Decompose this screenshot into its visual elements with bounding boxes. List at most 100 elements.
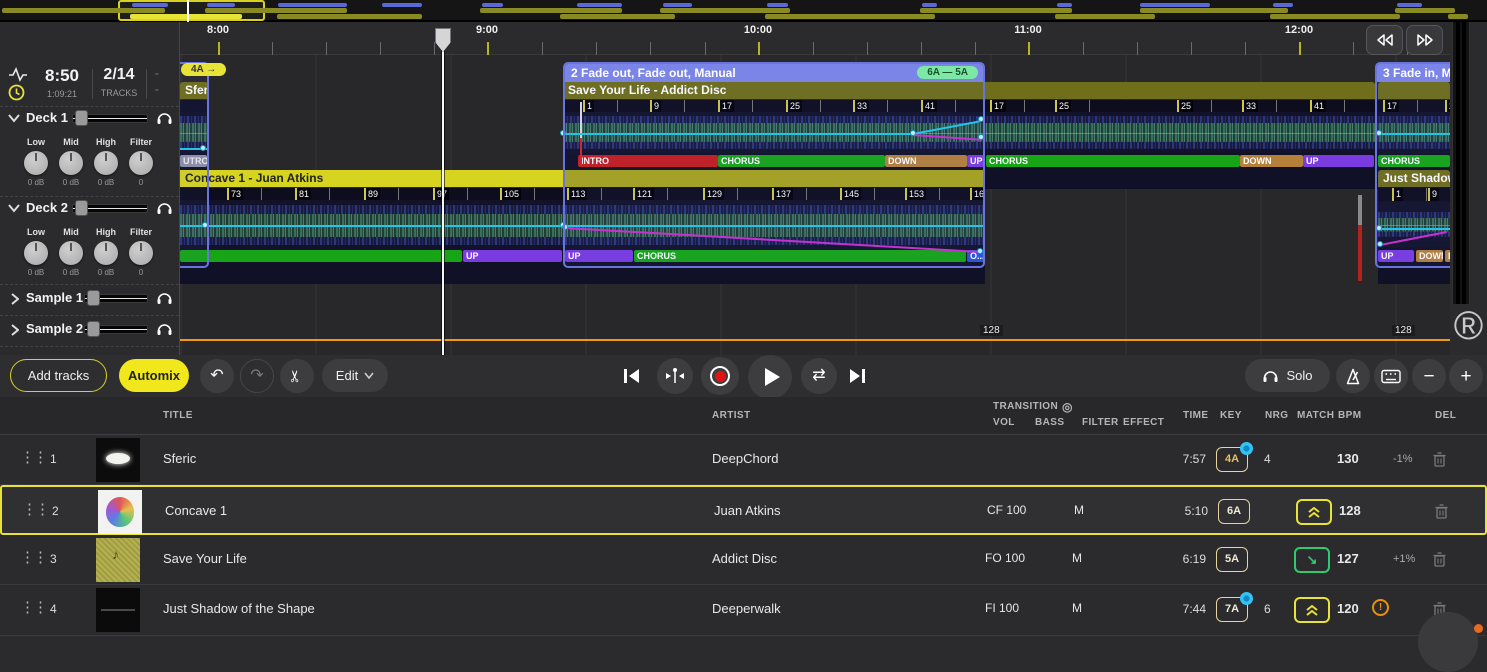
transition1-key-badge[interactable]: 4A → <box>181 63 226 76</box>
cut-button[interactable]: ✂ <box>280 359 314 393</box>
sample1-label[interactable]: Sample 1 <box>26 290 83 305</box>
sample2-volume-slider[interactable] <box>84 322 148 336</box>
transition-filter[interactable]: M <box>1074 503 1084 517</box>
album-art <box>96 588 140 632</box>
drag-handle[interactable]: ⋮⋮ <box>20 598 46 616</box>
knob-dial[interactable] <box>94 241 118 265</box>
zoom-in-button[interactable]: + <box>1449 359 1483 393</box>
track-row-2-selected[interactable]: ⋮⋮ 2 Concave 1 Juan Atkins CF 100 M 5:10… <box>0 485 1487 535</box>
deck1-label[interactable]: Deck 1 <box>26 110 68 125</box>
track-row-3[interactable]: ⋮⋮ 3 Save Your Life Addict Disc FO 100 M… <box>0 535 1487 585</box>
timeline-canvas[interactable]: 8:009:0010:0011:0012:00 Sfer Save Your L… <box>180 22 1450 355</box>
deck1-volume-slider[interactable] <box>72 111 148 125</box>
undo-button[interactable]: ↶ <box>200 359 234 393</box>
knob-dial[interactable] <box>129 151 153 175</box>
section-marker[interactable]: CHORUS <box>986 155 1240 167</box>
skip-to-end-button[interactable] <box>847 367 867 385</box>
deck2-mid-knob[interactable]: Mid0 dB <box>54 227 88 277</box>
ruler-major-tick <box>1299 42 1301 55</box>
vertical-scrollbar[interactable] <box>1452 22 1470 304</box>
deck2-low-knob[interactable]: Low0 dB <box>19 227 53 277</box>
section-marker[interactable] <box>180 250 462 262</box>
transition-filter[interactable]: M <box>1072 551 1082 565</box>
redo-button[interactable]: ↷ <box>240 359 274 393</box>
drag-handle[interactable]: ⋮⋮ <box>22 500 48 518</box>
solo-button[interactable]: Solo <box>1245 359 1330 392</box>
knob-dial[interactable] <box>94 151 118 175</box>
deck1-filter-knob[interactable]: Filter0 <box>124 137 158 187</box>
track-row-4[interactable]: ⋮⋮ 4 Just Shadow of the Shape Deeperwalk… <box>0 585 1487 636</box>
knob-dial[interactable] <box>24 151 48 175</box>
jump-back-button[interactable] <box>1366 25 1403 55</box>
transition-filter[interactable]: M <box>1072 601 1082 615</box>
transition3-header[interactable]: 3 Fade in, M <box>1377 64 1450 82</box>
metronome-button[interactable] <box>1336 359 1370 393</box>
drag-handle[interactable]: ⋮⋮ <box>20 548 46 566</box>
match-indicator[interactable]: ↘ <box>1294 547 1330 573</box>
add-tracks-button[interactable]: Add tracks <box>10 359 107 392</box>
track-row-1[interactable]: ⋮⋮ 1 Sferic DeepChord 7:57 4A 4 130 -1% <box>0 435 1487 485</box>
knob-dial[interactable] <box>129 241 153 265</box>
knob-dial[interactable] <box>59 241 83 265</box>
timeline-minimap[interactable] <box>0 0 1487 22</box>
drag-handle[interactable]: ⋮⋮ <box>20 448 46 466</box>
deck1-mid-knob[interactable]: Mid0 dB <box>54 137 88 187</box>
deck1-high-knob[interactable]: High0 dB <box>89 137 123 187</box>
deck1-low-knob[interactable]: Low0 dB <box>19 137 53 187</box>
skip-to-start-button[interactable] <box>622 367 642 385</box>
transition2-key-badge[interactable]: 6A — 5A <box>917 66 978 79</box>
sample2-label[interactable]: Sample 2 <box>26 321 83 336</box>
delete-button[interactable] <box>1434 503 1449 520</box>
section-marker[interactable]: UP <box>463 250 562 262</box>
time-ruler[interactable]: 8:009:0010:0011:0012:00 <box>180 22 1450 55</box>
playhead[interactable] <box>442 30 444 355</box>
transition-block-1[interactable] <box>180 62 209 268</box>
headphones-icon[interactable] <box>156 110 173 125</box>
key-badge[interactable]: 7A <box>1216 597 1248 622</box>
help-bubble[interactable] <box>1418 612 1478 672</box>
col-artist: ARTIST <box>712 410 751 421</box>
transition-vol[interactable]: FI 100 <box>985 601 1019 615</box>
track-concave-title[interactable]: Concave 1 - Juan Atkins <box>180 170 563 187</box>
knob-dial[interactable] <box>24 241 48 265</box>
headphones-icon[interactable] <box>156 321 173 336</box>
section-marker[interactable]: DOWN <box>1240 155 1303 167</box>
deck2-label[interactable]: Deck 2 <box>26 200 68 215</box>
sample1-volume-slider[interactable] <box>84 291 148 305</box>
zoom-out-button[interactable]: − <box>1412 359 1446 393</box>
transition-block-2[interactable]: 2 Fade out, Fade out, Manual 6A — 5A <box>563 62 985 268</box>
chevron-right-icon[interactable] <box>10 324 19 336</box>
play-button[interactable] <box>748 355 792 399</box>
chevron-right-icon[interactable] <box>10 293 19 305</box>
trash-icon <box>1432 451 1447 468</box>
delete-button[interactable] <box>1432 451 1447 468</box>
jump-forward-button[interactable] <box>1406 25 1443 55</box>
snap-playhead-button[interactable] <box>657 358 693 394</box>
transition-vol[interactable]: CF 100 <box>987 503 1026 517</box>
chevron-down-icon[interactable] <box>8 113 20 123</box>
redo-icon: ↷ <box>250 368 263 384</box>
transition-vol[interactable]: FO 100 <box>985 551 1025 565</box>
section-marker[interactable]: UP <box>1303 155 1374 167</box>
keyboard-shortcuts-button[interactable] <box>1374 359 1408 393</box>
headphones-icon[interactable] <box>156 290 173 305</box>
bpm-curve[interactable] <box>180 339 1450 341</box>
match-indicator[interactable] <box>1294 597 1330 623</box>
deck2-high-knob[interactable]: High0 dB <box>89 227 123 277</box>
automix-button[interactable]: Automix <box>119 359 189 392</box>
chevron-down-icon[interactable] <box>8 203 20 213</box>
delete-button[interactable] <box>1432 551 1447 568</box>
edit-menu-button[interactable]: Edit <box>322 359 388 392</box>
record-button[interactable] <box>701 357 739 395</box>
key-badge[interactable]: 6A <box>1218 499 1250 524</box>
knob-dial[interactable] <box>59 151 83 175</box>
loop-button[interactable]: ⇄ <box>801 358 837 394</box>
deck2-volume-slider[interactable] <box>72 201 148 215</box>
key-badge[interactable]: 4A <box>1216 447 1248 472</box>
headphones-icon[interactable] <box>156 200 173 215</box>
transition-block-3[interactable]: 3 Fade in, M <box>1375 62 1450 268</box>
match-indicator[interactable] <box>1296 499 1332 525</box>
visibility-icon[interactable]: ◎ <box>1062 400 1073 414</box>
deck2-filter-knob[interactable]: Filter0 <box>124 227 158 277</box>
key-badge[interactable]: 5A <box>1216 547 1248 572</box>
